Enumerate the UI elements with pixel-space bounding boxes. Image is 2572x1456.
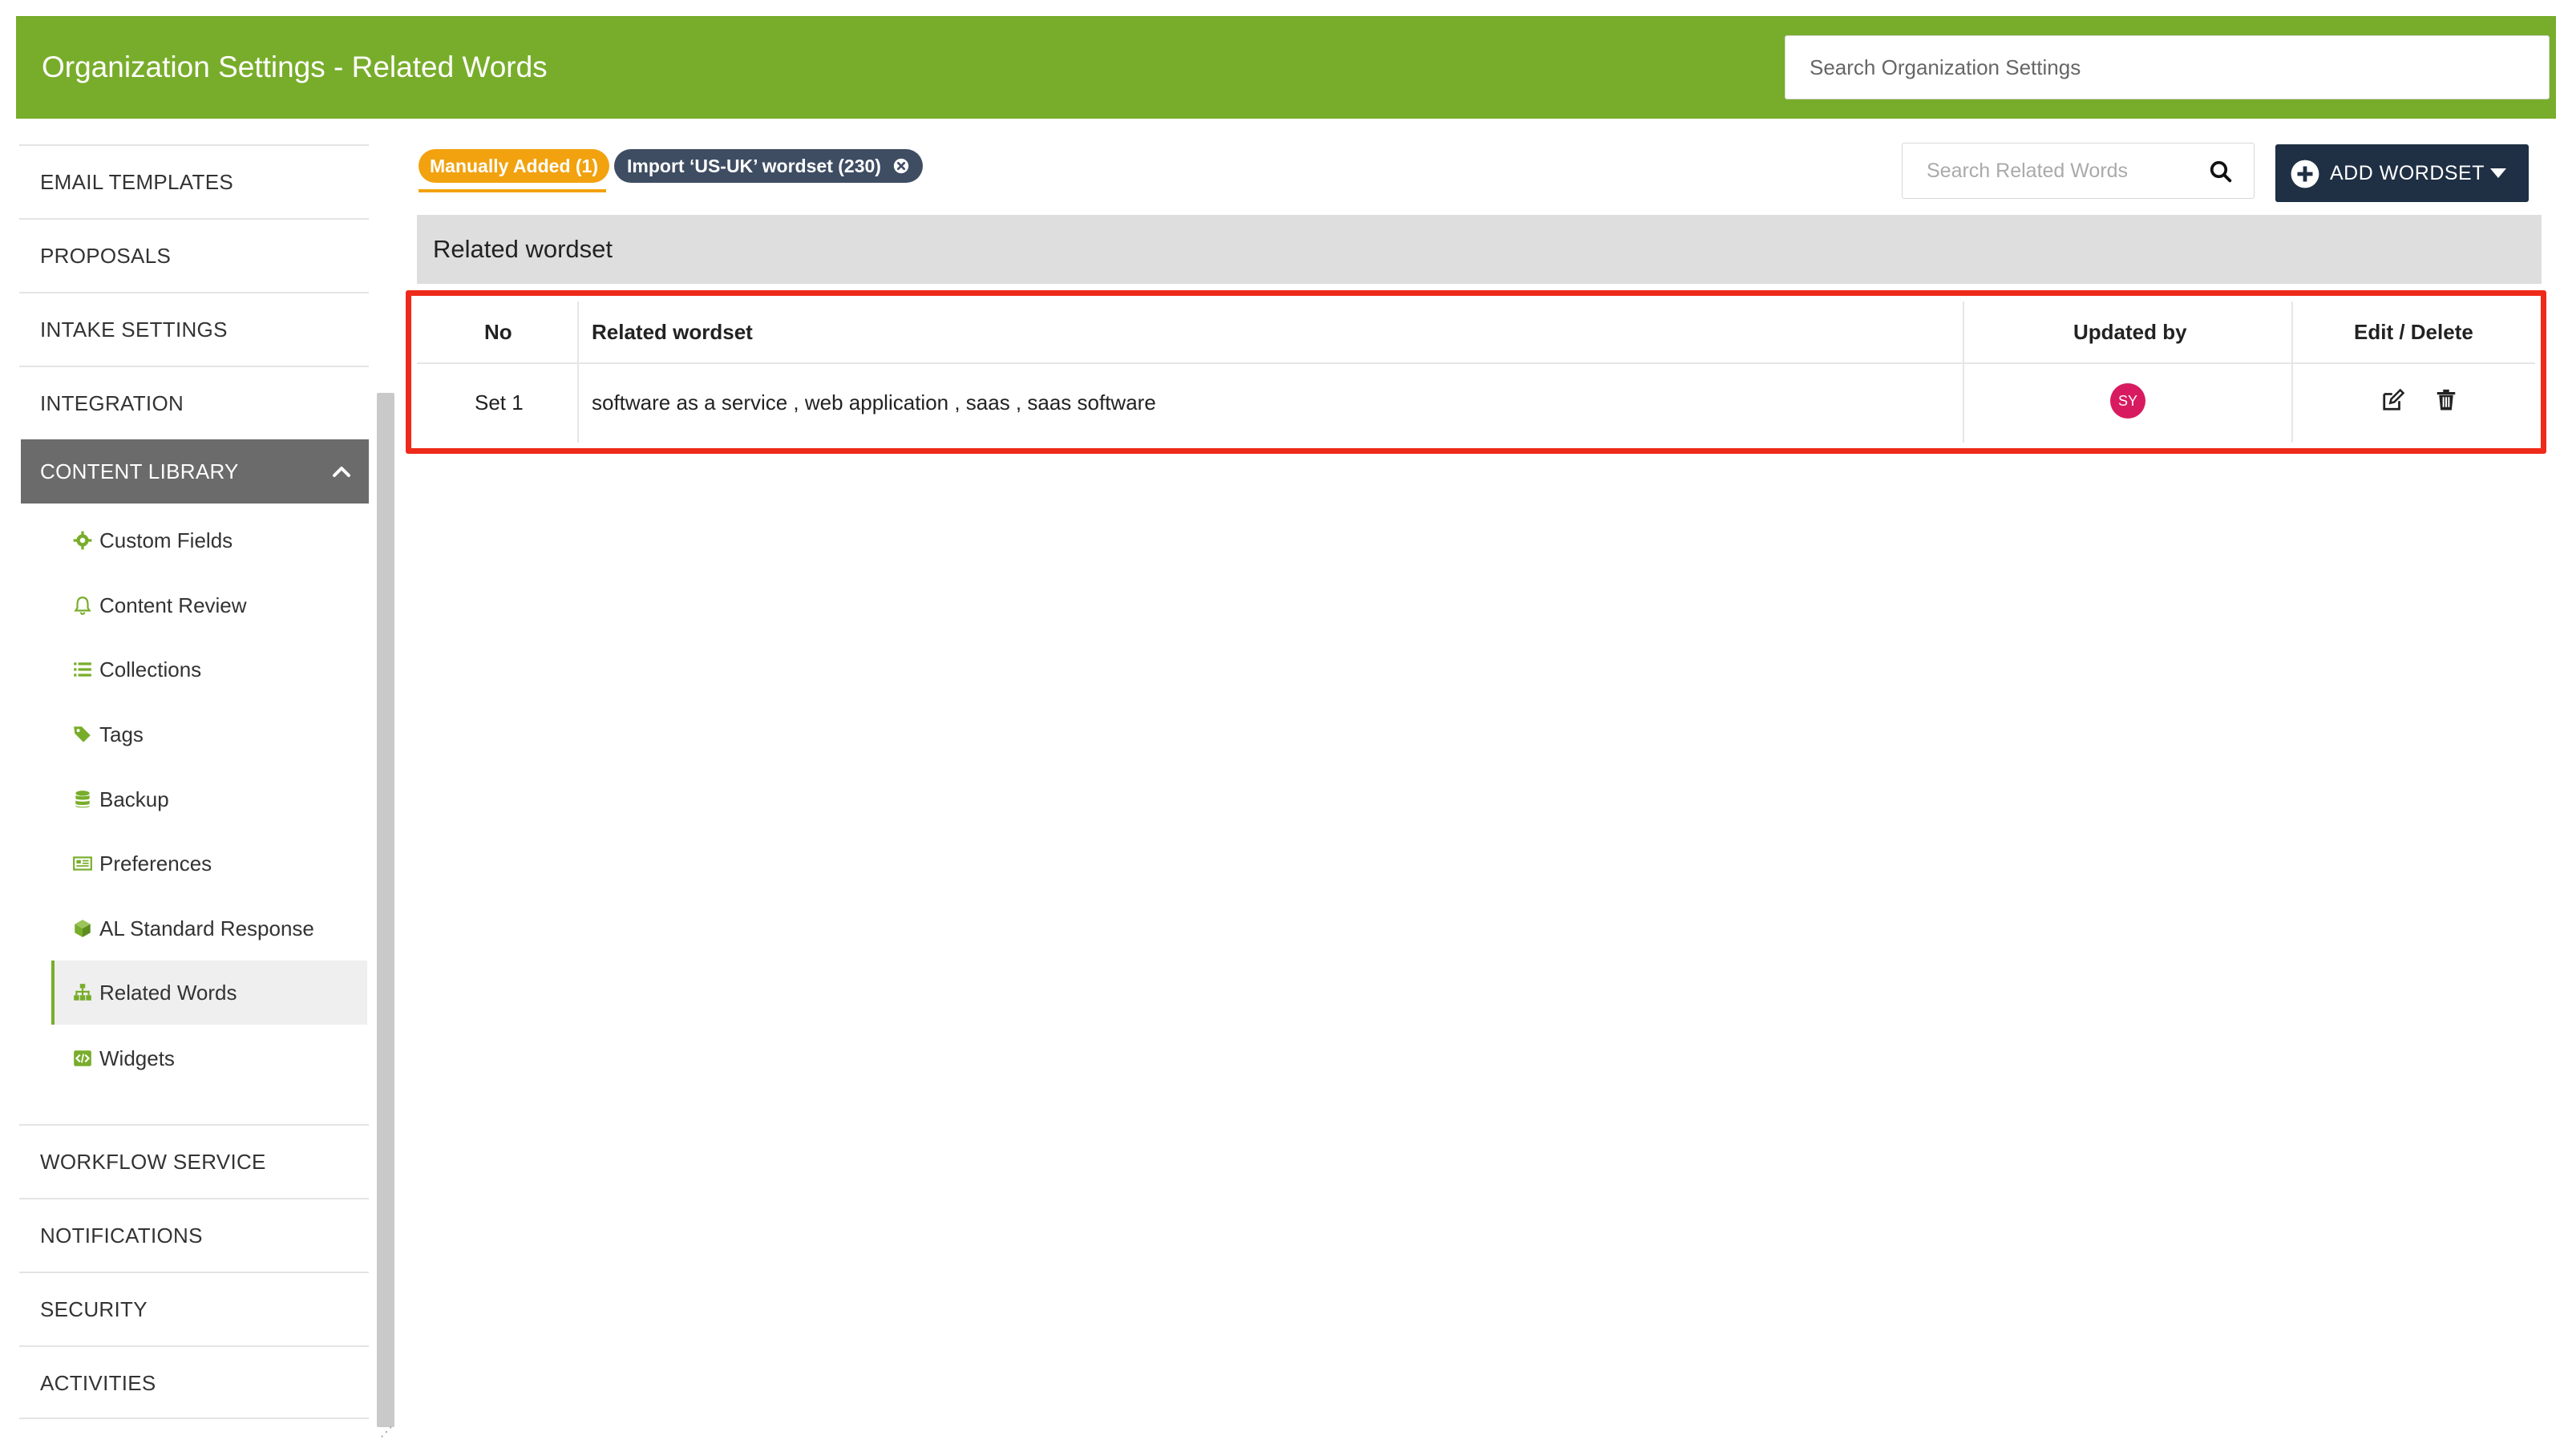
sidebar-subitem-backup[interactable]: Backup bbox=[51, 767, 367, 831]
add-wordset-button[interactable]: ADD WORDSET bbox=[2275, 144, 2529, 202]
page-header: Organization Settings - Related Words bbox=[16, 16, 2556, 119]
active-filter-underline bbox=[419, 189, 606, 192]
sidebar-subitem-label: AL Standard Response bbox=[99, 916, 314, 940]
sitemap-icon bbox=[74, 984, 91, 1001]
sidebar-item-security[interactable]: SECURITY bbox=[19, 1272, 369, 1345]
sidebar-subitem-label: Preferences bbox=[99, 851, 212, 876]
sidebar-item-integration[interactable]: INTEGRATION bbox=[19, 366, 369, 439]
row-set-number: Set 1 bbox=[475, 390, 524, 415]
add-wordset-label: ADD WORDSET bbox=[2330, 162, 2485, 184]
remove-filter-icon[interactable] bbox=[892, 157, 910, 175]
sidebar-item-intake-settings[interactable]: INTAKE SETTINGS bbox=[19, 292, 369, 366]
sidebar-item-workflow-service[interactable]: WORKFLOW SERVICE bbox=[19, 1124, 369, 1198]
sidebar-subitem-tags[interactable]: Tags bbox=[51, 702, 367, 766]
sidebar-section-content-library[interactable]: CONTENT LIBRARY bbox=[21, 439, 369, 504]
sidebar-item-proposals[interactable]: PROPOSALS bbox=[19, 218, 369, 292]
app-window: Organization Settings - Related Words EM… bbox=[0, 0, 2572, 1456]
sidebar-subitem-label: Backup bbox=[99, 787, 169, 811]
sidebar-item-activities[interactable]: ACTIVITIES bbox=[19, 1345, 369, 1419]
organization-settings-search-input[interactable] bbox=[1785, 35, 2550, 99]
sidebar-section-label: CONTENT LIBRARY bbox=[40, 459, 239, 483]
page-title: Organization Settings - Related Words bbox=[42, 51, 548, 83]
sidebar-subitem-label: Custom Fields bbox=[99, 528, 233, 552]
sidebar-subitem-label: Content Review bbox=[99, 593, 247, 617]
import-wordset-label: Import ‘US-UK’ wordset (230) bbox=[627, 156, 881, 176]
import-wordset-filter-chip[interactable]: Import ‘US-UK’ wordset (230) bbox=[614, 149, 924, 183]
header-divider bbox=[417, 362, 2535, 364]
column-header-no: No bbox=[484, 320, 512, 344]
bell-icon bbox=[74, 597, 91, 616]
sidebar-subitem-content-review[interactable]: Content Review bbox=[51, 573, 367, 637]
column-divider bbox=[1963, 301, 1964, 443]
sidebar-subitem-related-words[interactable]: Related Words bbox=[51, 961, 367, 1025]
sidebar-subitem-label: Related Words bbox=[99, 981, 237, 1005]
manually-added-filter-chip[interactable]: Manually Added (1) bbox=[419, 149, 609, 183]
resize-grip-icon[interactable]: ⋰ bbox=[380, 1424, 393, 1440]
edit-icon[interactable] bbox=[2381, 388, 2405, 412]
sidebar-subitem-custom-fields[interactable]: Custom Fields bbox=[51, 508, 367, 572]
column-divider bbox=[577, 301, 579, 443]
delete-icon[interactable] bbox=[2434, 388, 2458, 412]
sidebar-scrollbar[interactable] bbox=[377, 393, 394, 1427]
sidebar-subitem-preferences[interactable]: Preferences bbox=[51, 831, 367, 896]
sidebar-subitem-widgets[interactable]: Widgets bbox=[51, 1026, 367, 1090]
plus-circle-icon bbox=[2291, 160, 2319, 188]
settings-sidebar: EMAIL TEMPLATES PROPOSALS INTAKE SETTING… bbox=[19, 144, 369, 1427]
column-header-updated-by: Updated by bbox=[2073, 320, 2187, 344]
list-icon bbox=[74, 662, 91, 677]
chevron-up-icon bbox=[333, 467, 350, 477]
panel-title: Related wordset bbox=[417, 215, 2542, 284]
sidebar-item-email-templates[interactable]: EMAIL TEMPLATES bbox=[19, 144, 369, 218]
code-icon bbox=[74, 1050, 91, 1066]
sidebar-subitem-collections[interactable]: Collections bbox=[51, 637, 367, 702]
sidebar-subitem-label: Collections bbox=[99, 657, 202, 681]
column-header-edit-delete: Edit / Delete bbox=[2354, 320, 2473, 344]
sidebar-subitem-label: Tags bbox=[99, 722, 144, 746]
sidebar-item-notifications[interactable]: NOTIFICATIONS bbox=[19, 1198, 369, 1272]
caret-down-icon bbox=[2490, 168, 2506, 178]
column-header-wordset: Related wordset bbox=[592, 320, 753, 344]
avatar[interactable]: SY bbox=[2110, 383, 2145, 419]
cube-icon bbox=[75, 920, 91, 937]
related-words-search-input[interactable] bbox=[1903, 144, 2199, 198]
sidebar-subitem-al-standard-response[interactable]: AL Standard Response bbox=[51, 896, 367, 961]
gear-icon bbox=[73, 531, 92, 550]
related-wordset-table: No Related wordset Updated by Edit / Del… bbox=[417, 301, 2535, 443]
sidebar-subitem-label: Widgets bbox=[99, 1046, 175, 1070]
preferences-icon bbox=[73, 856, 92, 871]
database-icon bbox=[75, 791, 90, 808]
tags-icon bbox=[74, 726, 91, 742]
search-icon[interactable] bbox=[2209, 160, 2233, 184]
row-wordset-text: software as a service , web application … bbox=[592, 390, 1156, 415]
column-divider bbox=[2291, 301, 2293, 443]
related-words-search bbox=[1902, 143, 2255, 199]
